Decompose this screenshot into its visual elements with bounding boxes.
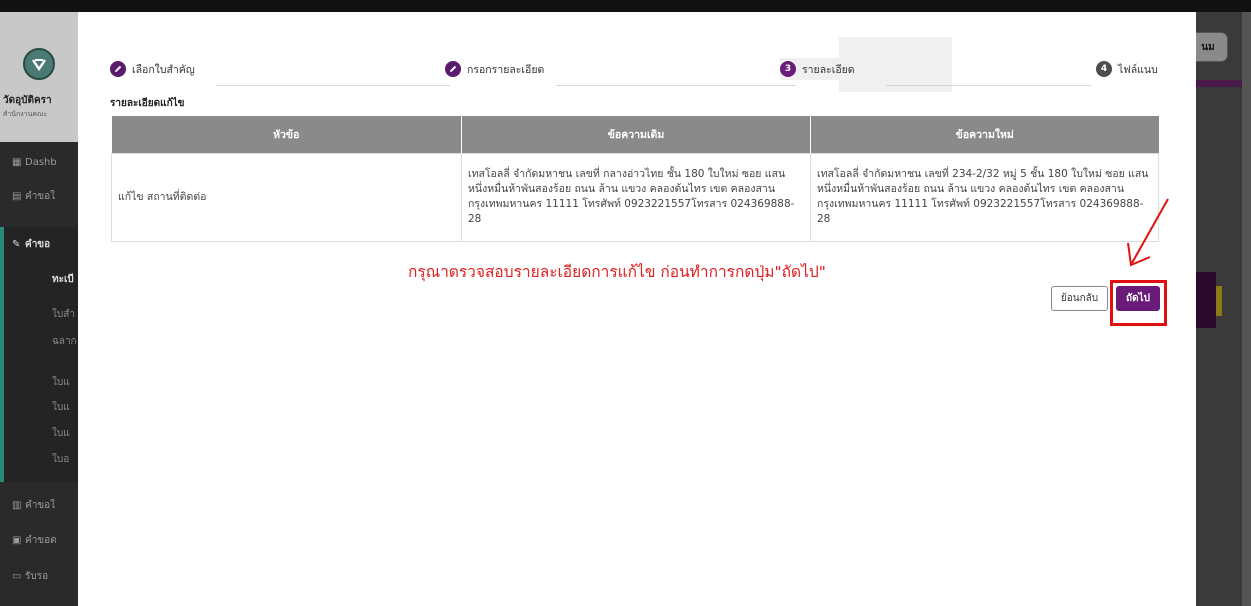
sidebar: วัดอุบัติครา สำนักงานคณะ ▦ Dashb ▤ คำขอใ ✎… [0, 12, 78, 606]
sidebar-subitem-6[interactable]: ใบแ [52, 426, 70, 441]
step-fill-details[interactable]: กรอกรายละเอียด [445, 58, 545, 80]
org-logo [23, 48, 55, 80]
sidebar-active-rail [0, 227, 4, 482]
sidebar-subitem-2[interactable]: ใบสำ [52, 307, 75, 322]
background-panel [1196, 272, 1216, 328]
grid-icon: ▦ [12, 157, 22, 168]
edit-details-modal: เลือกใบสำคัญ กรอกรายละเอียด 3 รายละเอียด… [78, 18, 1196, 606]
table-header-row: หัวข้อ ข้อความเดิม ข้อความใหม่ [111, 116, 1159, 153]
annotation-arrow-icon [1127, 198, 1169, 267]
section-title: รายละเอียดแก้ไข [110, 98, 185, 109]
changes-table: หัวข้อ ข้อความเดิม ข้อความใหม่ แก้ไข สถา… [111, 116, 1159, 242]
sidebar-subitem-1[interactable]: ทะเบี [52, 272, 74, 287]
cell-old-text: เทสโอลลี่ จำกัดมหาชน เลขที่ กลางอ่าวไทย … [461, 152, 811, 242]
card-icon: ▭ [12, 571, 22, 582]
cell-topic: แก้ไข สถานที่ติดต่อ [111, 152, 462, 242]
sidebar-header: วัดอุบัติครา สำนักงานคณะ [0, 12, 78, 142]
sidebar-item-dashboard[interactable]: ▦ Dashb [12, 157, 57, 168]
screen: { "sidebar": { "org_name": "วัดอุบัติครา… [0, 0, 1251, 606]
step-attachments[interactable]: 4 ไฟล์แนบ [1096, 58, 1158, 80]
calendar-icon: ▣ [12, 535, 22, 546]
step-select-certificate[interactable]: เลือกใบสำคัญ [110, 58, 195, 80]
org-name: วัดอุบัติครา [3, 95, 52, 106]
background-badge [1216, 286, 1222, 316]
back-button[interactable]: ย้อนกลับ [1051, 286, 1108, 311]
table-row: แก้ไข สถานที่ติดต่อ เทสโอลลี่ จำกัดมหาชน… [111, 152, 1159, 242]
step-label: รายละเอียด [802, 63, 855, 76]
edit-icon: ✎ [12, 239, 21, 250]
column-header-old-text: ข้อความเดิม [461, 116, 811, 153]
step-number-badge: 3 [780, 61, 796, 77]
copy-icon: ▥ [12, 500, 22, 511]
sidebar-subitem-7[interactable]: ใบอ [52, 452, 69, 467]
step-review-details[interactable]: 3 รายละเอียด [780, 58, 855, 80]
sidebar-item-request-3[interactable]: ▣ คำขอต [12, 533, 57, 548]
app-topbar [0, 0, 1251, 12]
sidebar-subitem-5[interactable]: ใบแ [52, 400, 70, 415]
sidebar-active-group [4, 227, 78, 482]
step-label: กรอกรายละเอียด [467, 63, 545, 76]
stepper-connector [216, 85, 450, 86]
sidebar-item-request-1[interactable]: ▤ คำขอใ [12, 189, 55, 204]
step-label: ไฟล์แนบ [1118, 63, 1158, 76]
cell-new-text: เทสโอลลี่ จำกัดมหาชน เลขที่ 234-2/32 หมู… [810, 152, 1159, 242]
sidebar-subitem-3[interactable]: ฉลาก [52, 334, 77, 349]
logo-mark-icon [32, 59, 46, 72]
step-label: เลือกใบสำคัญ [132, 63, 195, 76]
pencil-icon [110, 61, 126, 77]
sidebar-item-edit-request[interactable]: ✎ คำขอ [12, 237, 50, 252]
page-scrollbar[interactable] [1242, 12, 1251, 606]
review-warning-annotation: กรุณาตรวจสอบรายละเอียดการแก้ไข ก่อนทำการ… [408, 263, 826, 281]
org-subtitle: สำนักงานคณะ [3, 110, 48, 118]
annotation-highlight-box [1110, 280, 1167, 326]
pencil-icon [445, 61, 461, 77]
stepper-connector [556, 85, 796, 86]
sidebar-item-request-2[interactable]: ▥ คำขอใ [12, 498, 55, 513]
document-icon: ▤ [12, 191, 22, 202]
column-header-topic: หัวข้อ [111, 116, 462, 153]
column-header-new-text: ข้อความใหม่ [810, 116, 1159, 153]
stepper-connector [886, 85, 1091, 86]
sidebar-subitem-4[interactable]: ใบแ [52, 375, 70, 390]
sidebar-item-certify[interactable]: ▭ รับรอ [12, 569, 48, 584]
step-number-badge: 4 [1096, 61, 1112, 77]
stepper [110, 36, 1170, 91]
